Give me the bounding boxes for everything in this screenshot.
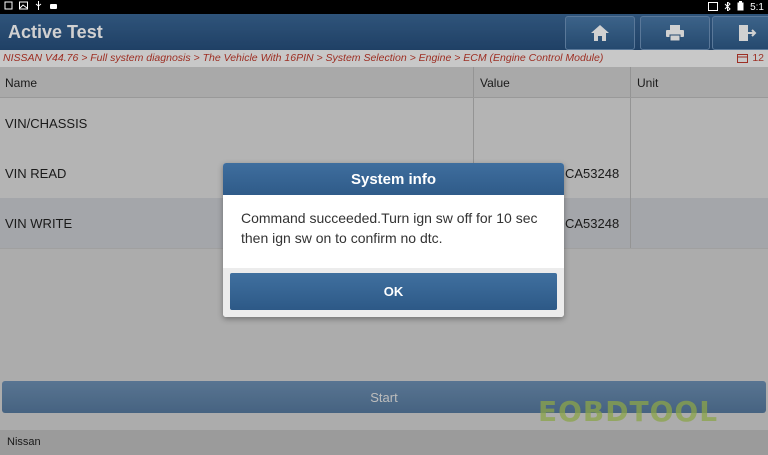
- dialog-title: System info: [223, 163, 564, 195]
- battery-icon: [737, 1, 744, 14]
- bluetooth-icon: [724, 0, 731, 14]
- android-icon: [49, 1, 58, 10]
- usb-icon: [34, 1, 43, 10]
- status-bar: 5:1: [0, 0, 768, 14]
- dialog-message: Command succeeded.Turn ign sw off for 10…: [241, 210, 538, 246]
- dialog-footer: OK: [223, 268, 564, 317]
- clock-time: 5:1: [750, 2, 764, 13]
- ok-button[interactable]: OK: [230, 273, 557, 310]
- notification-icon: [4, 1, 13, 10]
- image-icon: [19, 1, 28, 10]
- system-info-dialog: System info Command succeeded.Turn ign s…: [223, 163, 564, 317]
- cast-icon: [708, 1, 719, 14]
